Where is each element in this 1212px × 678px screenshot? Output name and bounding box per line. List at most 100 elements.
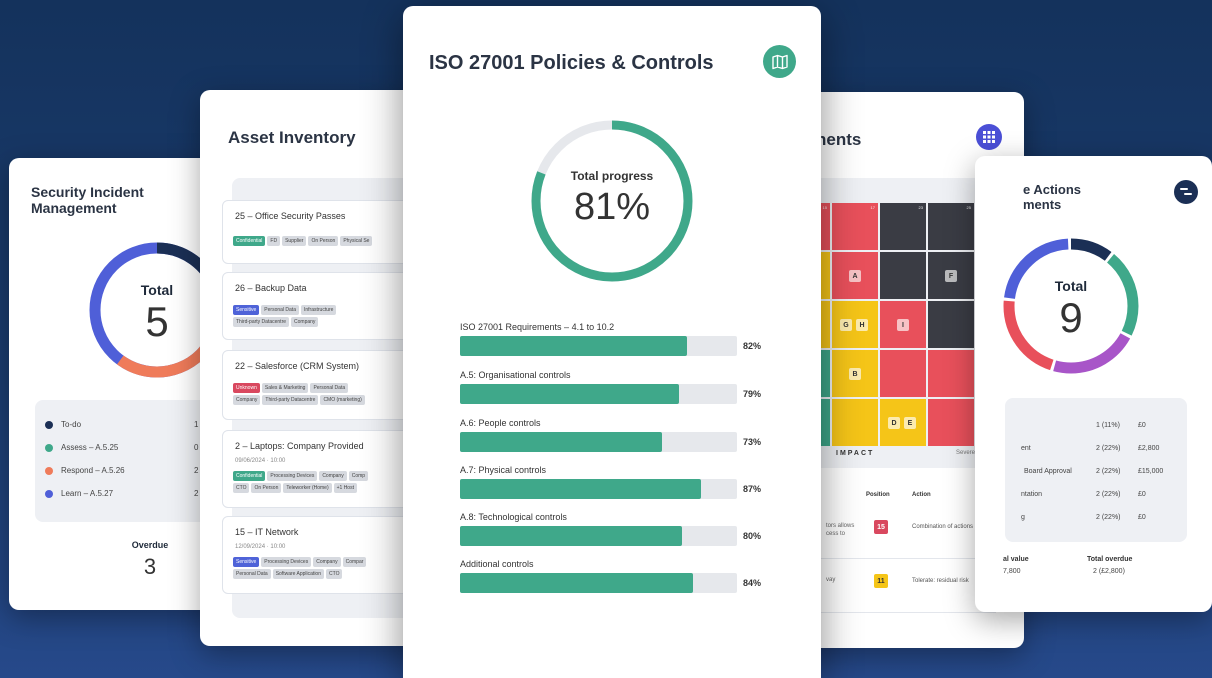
control-bar-percent: 73% bbox=[743, 437, 762, 447]
asset-list-item[interactable]: 15 – IT Network 12/09/2024 · 10:00 Sensiti… bbox=[222, 516, 424, 594]
asset-tag: FD bbox=[267, 236, 281, 246]
risk-marker[interactable]: D bbox=[888, 417, 900, 429]
asset-name: 15 – IT Network bbox=[235, 527, 299, 537]
tag-row: Confidential FD Supplier On Person Physical … bbox=[233, 236, 373, 246]
cell-score: 15 bbox=[822, 205, 827, 210]
risk-position-badge: 11 bbox=[874, 574, 888, 588]
control-bar-percent: 87% bbox=[743, 484, 762, 494]
risk-matrix-cell[interactable]: A bbox=[832, 252, 878, 299]
asset-list-item[interactable]: 26 – Backup Data Sensitive Personal Data In… bbox=[222, 272, 424, 340]
risk-marker[interactable]: H bbox=[856, 319, 868, 331]
risk-marker[interactable]: G bbox=[840, 319, 852, 331]
action-status-value: £15,000 bbox=[1138, 468, 1164, 475]
actions-card[interactable]: e Actions ments Total 9 al value 7,800 T… bbox=[975, 156, 1212, 612]
security-incident-title: Security Incident Management bbox=[31, 184, 144, 216]
tag-row: Confidential Processing Devices Company Com… bbox=[233, 471, 369, 481]
legend-label: To-do bbox=[61, 420, 82, 429]
action-status-name: ntation bbox=[1021, 491, 1043, 498]
risk-matrix-cell[interactable]: 23 bbox=[880, 203, 926, 250]
risk-description: tors allows cess to bbox=[826, 523, 855, 537]
risk-matrix-cell[interactable] bbox=[880, 350, 926, 397]
cell-score: 23 bbox=[918, 205, 923, 210]
asset-tag: Comp bbox=[348, 471, 369, 481]
control-progress-bar bbox=[460, 336, 737, 356]
control-progress-fill bbox=[460, 526, 682, 546]
asset-name: 2 – Laptops: Company Provided bbox=[235, 441, 364, 451]
control-progress-bar bbox=[460, 432, 737, 452]
asset-tag: Company bbox=[233, 395, 261, 405]
asset-tag: Company bbox=[313, 557, 341, 567]
risk-marker[interactable]: A bbox=[849, 270, 861, 282]
asset-name: 26 – Backup Data bbox=[235, 283, 307, 293]
legend-item: Respond – A.5.26 bbox=[45, 466, 125, 475]
actions-title-line1: e Actions bbox=[1023, 182, 1082, 197]
toggle-icon[interactable] bbox=[1174, 180, 1198, 204]
risk-matrix-cell[interactable]: GH bbox=[832, 301, 878, 348]
control-progress-fill bbox=[460, 384, 679, 404]
control-bar-percent: 82% bbox=[743, 341, 762, 351]
control-progress-bar bbox=[460, 479, 737, 499]
asset-list-item[interactable]: 2 – Laptops: Company Provided 09/06/2024 … bbox=[222, 430, 424, 508]
risk-matrix-cell[interactable]: DE bbox=[880, 399, 926, 446]
legend-dot bbox=[45, 420, 53, 429]
action-status-name: Board Approval bbox=[1024, 468, 1072, 475]
legend-dot bbox=[45, 443, 53, 452]
risk-matrix-cell[interactable]: 17 bbox=[832, 203, 878, 250]
risk-matrix-cell[interactable] bbox=[928, 399, 974, 446]
asset-tag: Teleworker (Home) bbox=[283, 483, 332, 493]
risk-matrix-cell[interactable] bbox=[880, 252, 926, 299]
control-progress-fill bbox=[460, 336, 688, 356]
risk-marker[interactable]: I bbox=[897, 319, 909, 331]
row-divider bbox=[816, 612, 996, 613]
legend-label: Respond – A.5.26 bbox=[61, 466, 125, 475]
control-bar-label: A.5: Organisational controls bbox=[460, 370, 571, 380]
asset-tag: Personal Data bbox=[233, 569, 271, 579]
risk-matrix-cell[interactable] bbox=[928, 350, 974, 397]
risk-description: vay bbox=[826, 577, 836, 583]
actions-card-title: e Actions ments bbox=[1023, 182, 1081, 212]
actions-title-line2: ments bbox=[1023, 197, 1062, 212]
action-status-count: 2 (22%) bbox=[1096, 468, 1121, 475]
action-status-value: £0 bbox=[1138, 514, 1146, 521]
severe-label: Severe bbox=[956, 450, 976, 456]
legend-count: 1 bbox=[194, 420, 199, 429]
control-progress-fill bbox=[460, 479, 701, 499]
risk-action: Tolerate: residual risk bbox=[912, 578, 969, 584]
total-progress-label: Total progress bbox=[570, 169, 654, 183]
tag-row: Third-party Datacentre Company bbox=[233, 317, 319, 327]
asset-list-item[interactable]: 22 – Salesforce (CRM System) Unknown Sales… bbox=[222, 350, 424, 420]
asset-inventory-card[interactable]: Asset Inventory 25 – Office Security Pas… bbox=[200, 90, 430, 646]
risk-matrix-cell[interactable]: B bbox=[832, 350, 878, 397]
risk-marker[interactable]: B bbox=[849, 368, 861, 380]
control-progress-fill bbox=[460, 432, 663, 452]
legend-label: Learn – A.5.27 bbox=[61, 489, 114, 498]
map-icon[interactable] bbox=[763, 45, 796, 78]
position-header: Position bbox=[866, 492, 890, 498]
control-bar-label: ISO 27001 Requirements – 4.1 to 10.2 bbox=[460, 322, 615, 332]
actions-total-value: 9 bbox=[1059, 294, 1083, 341]
legend-count: 2 bbox=[194, 489, 199, 498]
asset-tag: Unknown bbox=[233, 383, 260, 393]
asset-list-item[interactable]: 25 – Office Security Passes Confidential F… bbox=[222, 200, 424, 264]
iso-controls-card[interactable]: ISO 27001 Policies & Controls Total prog… bbox=[403, 6, 821, 678]
risk-matrix-cell[interactable] bbox=[928, 301, 974, 348]
asset-tag: Sales & Marketing bbox=[261, 383, 309, 393]
asset-tag: Software Application bbox=[272, 569, 324, 579]
asset-tag: Processing Devices bbox=[267, 471, 318, 481]
grid-icon[interactable] bbox=[976, 124, 1002, 150]
risk-matrix-cell[interactable] bbox=[832, 399, 878, 446]
asset-tag: On Person bbox=[308, 236, 339, 246]
risk-matrix-cell[interactable]: F bbox=[928, 252, 974, 299]
risk-matrix-cell[interactable]: I bbox=[880, 301, 926, 348]
control-bar-label: A.7: Physical controls bbox=[460, 465, 547, 475]
risk-marker[interactable]: F bbox=[945, 270, 957, 282]
action-status-count: 2 (22%) bbox=[1096, 491, 1121, 498]
risk-matrix-cell[interactable]: 25 bbox=[928, 203, 974, 250]
legend-item: Learn – A.5.27 bbox=[45, 489, 113, 498]
iso-card-title: ISO 27001 Policies & Controls bbox=[429, 52, 714, 74]
asset-tag: Sensitive bbox=[233, 305, 260, 315]
action-header: Action bbox=[912, 492, 931, 498]
risk-marker[interactable]: E bbox=[904, 417, 916, 429]
tag-row: Sensitive Personal Data Infrastructure bbox=[233, 305, 337, 315]
asset-date: 09/06/2024 · 10:00 bbox=[235, 458, 286, 464]
